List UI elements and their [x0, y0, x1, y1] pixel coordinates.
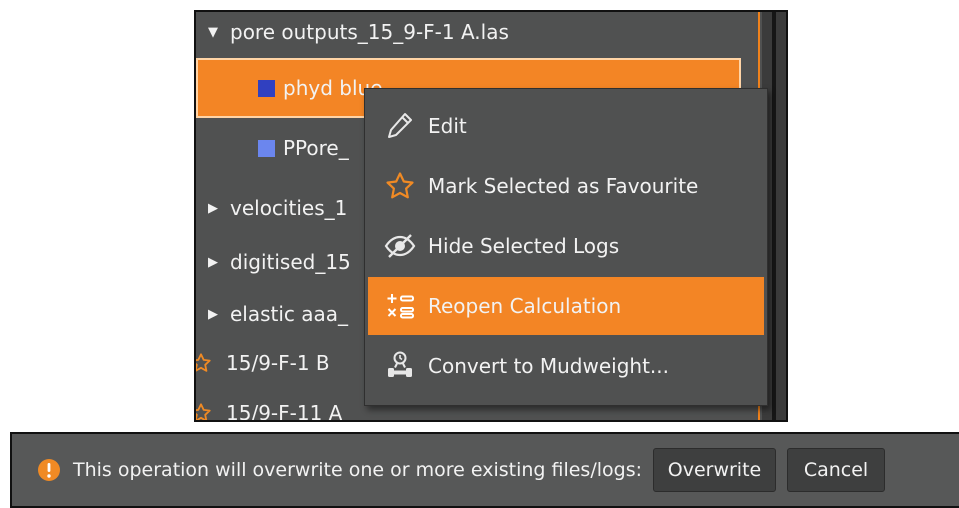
pencil-icon — [380, 108, 420, 144]
menu-item-label: Mark Selected as Favourite — [428, 174, 699, 198]
warning-circle-icon — [37, 458, 61, 482]
tree-item-label: 15/9-F-11 A — [226, 401, 343, 422]
menu-item-reopen-calculation[interactable]: Reopen Calculation — [368, 277, 764, 335]
tree-item-label: PPore_ — [283, 136, 349, 160]
overwrite-button[interactable]: Overwrite — [653, 448, 776, 492]
caret-right-icon[interactable]: ▶ — [206, 307, 220, 322]
overwrite-warning-bar: This operation will overwrite one or mor… — [10, 432, 959, 508]
caret-right-icon[interactable]: ▶ — [206, 255, 220, 270]
menu-item-label: Reopen Calculation — [428, 294, 622, 318]
tree-item-label: velocities_1 — [230, 196, 348, 220]
menu-item-label: Convert to Mudweight... — [428, 354, 670, 378]
swatch-icon — [258, 139, 275, 157]
caret-down-icon[interactable]: ▼ — [206, 25, 220, 40]
star-outline-icon[interactable] — [196, 402, 212, 420]
swatch-icon — [258, 79, 275, 97]
tree-item-pore-outputs[interactable]: ▼ pore outputs_15_9-F-1 A.las — [196, 12, 756, 62]
menu-item-label: Hide Selected Logs — [428, 234, 620, 258]
menu-item-edit[interactable]: Edit — [368, 97, 764, 155]
cancel-button[interactable]: Cancel — [787, 448, 885, 492]
tree-item-label: digitised_15 — [230, 250, 351, 274]
menu-item-mark-favourite[interactable]: Mark Selected as Favourite — [368, 157, 764, 215]
warning-message: This operation will overwrite one or mor… — [73, 459, 642, 481]
menu-item-convert-mudweight[interactable]: Convert to Mudweight... — [368, 337, 764, 395]
menu-item-label: Edit — [428, 114, 467, 138]
mudweight-icon — [380, 348, 420, 384]
caret-right-icon[interactable]: ▶ — [206, 201, 220, 216]
eye-hidden-icon — [380, 228, 420, 264]
scrollbar-thumb[interactable] — [772, 12, 776, 420]
tree-item-label: pore outputs_15_9-F-1 A.las — [230, 20, 509, 44]
star-outline-icon — [380, 168, 420, 204]
calculator-icon — [380, 288, 420, 324]
tree-item-label: elastic aaa_ — [230, 302, 349, 326]
menu-item-hide-logs[interactable]: Hide Selected Logs — [368, 217, 764, 275]
context-menu: Edit Mark Selected as Favourite Hide Sel… — [364, 88, 768, 406]
tree-item-label: 15/9-F-1 B — [226, 351, 330, 375]
star-outline-icon[interactable] — [196, 352, 212, 374]
